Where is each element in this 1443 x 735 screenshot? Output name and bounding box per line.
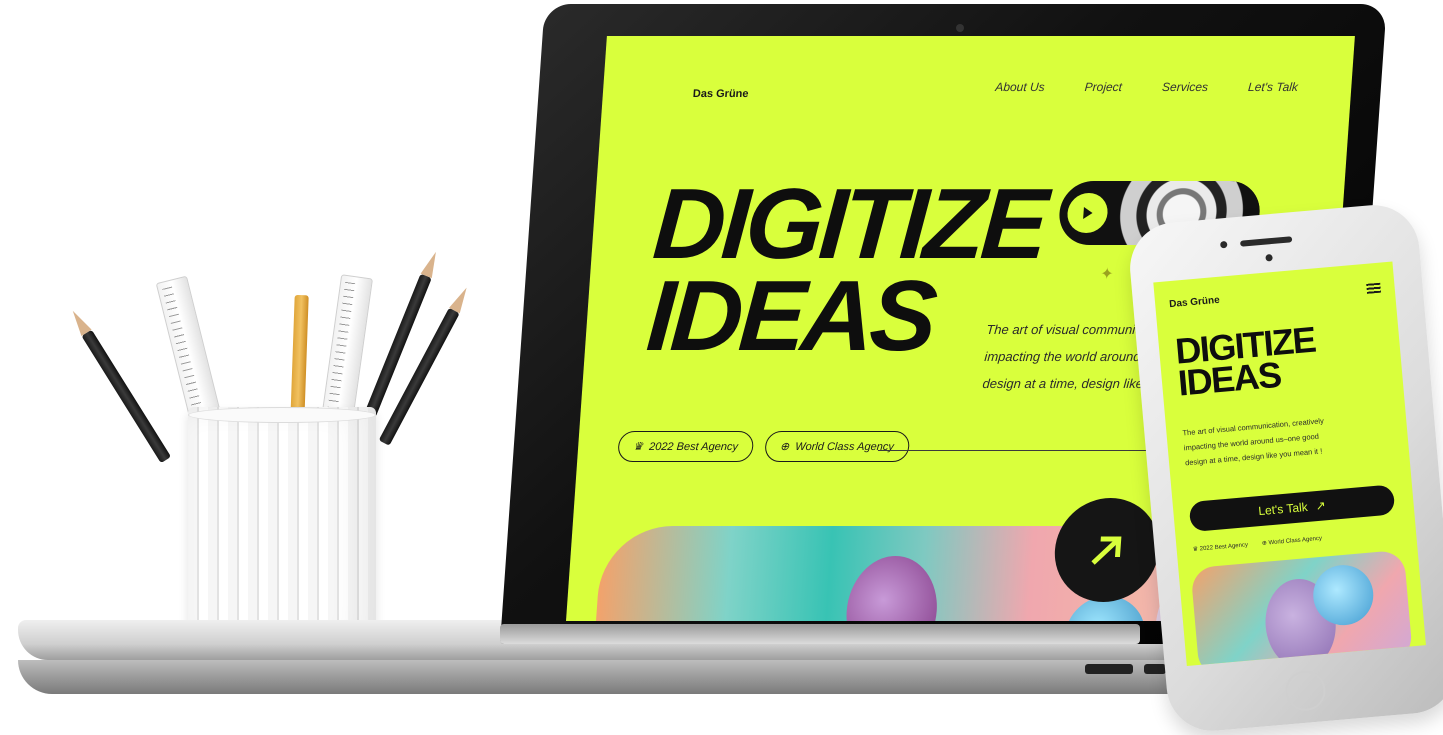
badge-label: World Class Agency <box>1268 535 1323 547</box>
divider-line <box>877 450 1188 451</box>
site-logo[interactable]: Das Grüne <box>692 88 748 100</box>
nav-services[interactable]: Services <box>1162 80 1209 94</box>
nav-project[interactable]: Project <box>1084 80 1122 94</box>
ruler-right <box>320 274 373 430</box>
hero-image-shape <box>842 556 941 621</box>
phone-badge-best-agency: ♛ 2022 Best Agency <box>1192 542 1249 554</box>
pencil-cup-scene <box>81 255 460 675</box>
badge-label: 2022 Best Agency <box>1199 542 1249 553</box>
phone-badge-world-class: ⊕ World Class Agency <box>1261 535 1323 547</box>
laptop-port <box>1144 664 1166 674</box>
nav-lets-talk[interactable]: Let's Talk <box>1248 80 1299 94</box>
sparkle-icon: ✦ <box>1099 266 1115 283</box>
phone-speaker <box>1239 236 1293 247</box>
arrow-up-right-icon: ↗ <box>1314 498 1327 514</box>
phone-camera <box>1219 240 1228 249</box>
lets-talk-label: Let's Talk <box>1257 499 1309 519</box>
phone-sensor <box>1265 253 1273 262</box>
badge-label: 2022 Best Agency <box>648 440 739 453</box>
laptop-hinge <box>500 624 1140 644</box>
nav-about-us[interactable]: About Us <box>995 80 1045 94</box>
phone-site-logo[interactable]: Das Grüne <box>1169 295 1220 310</box>
globe-icon: ⊕ <box>779 441 790 453</box>
phone-hero-image <box>1190 549 1414 667</box>
cup <box>188 407 376 652</box>
arrow-up-right-icon <box>1091 536 1122 565</box>
phone-screen: Das Grüne DIGITIZE IDEAS The art of visu… <box>1153 261 1426 667</box>
play-icon[interactable] <box>1066 193 1109 233</box>
site-nav: About Us Project Services Let's Talk <box>995 80 1299 94</box>
hero-headline-line1: DIGITIZE <box>649 168 1048 280</box>
hamburger-menu-icon[interactable] <box>1366 282 1382 294</box>
phone-headline-line2: IDEAS <box>1176 353 1283 404</box>
hero-headline-line2: IDEAS <box>643 260 937 372</box>
pencil-black-left <box>81 329 172 464</box>
crown-icon: ♛ <box>632 441 644 453</box>
badge-world-class: ⊕ World Class Agency <box>763 431 910 462</box>
pencil-black-right <box>364 273 432 418</box>
phone-home-button[interactable] <box>1283 669 1328 713</box>
phone-hero-description: The art of visual communication, creativ… <box>1182 407 1395 470</box>
phone-hero-headline: DIGITIZE IDEAS <box>1174 319 1319 404</box>
laptop-port <box>1085 664 1133 674</box>
badge-best-agency: ♛ 2022 Best Agency <box>617 431 755 462</box>
badge-row: ♛ 2022 Best Agency ⊕ World Class Agency <box>617 431 910 462</box>
phone-device: Das Grüne DIGITIZE IDEAS The art of visu… <box>1126 201 1443 735</box>
lets-talk-button[interactable]: Let's Talk ↗ <box>1188 484 1396 533</box>
phone-badge-row: ♛ 2022 Best Agency ⊕ World Class Agency <box>1192 535 1323 554</box>
laptop-camera <box>956 24 964 32</box>
